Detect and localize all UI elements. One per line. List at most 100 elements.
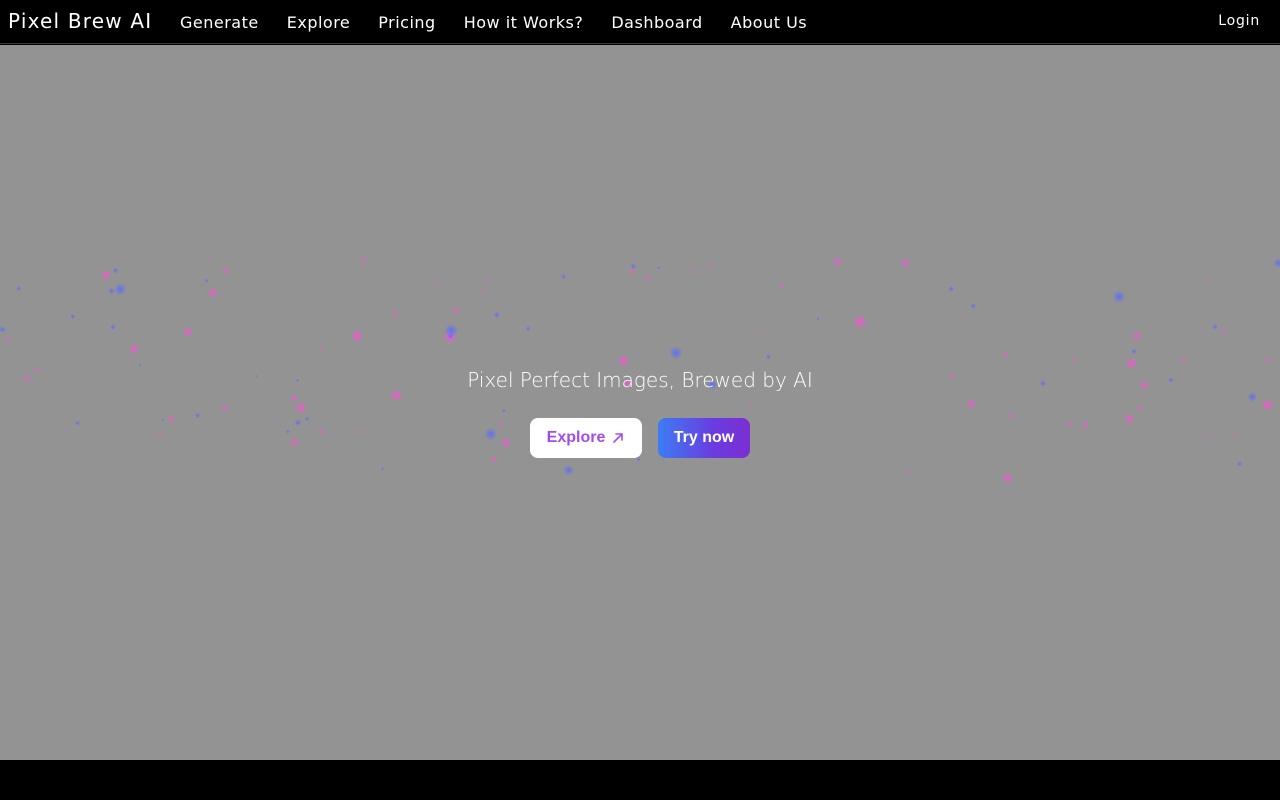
particle-dot <box>1209 434 1213 439</box>
login-link[interactable]: Login <box>1218 13 1260 29</box>
particle-dot <box>319 429 325 435</box>
particle-dot <box>6 336 12 342</box>
top-navbar: Pixel Brew AI Generate Explore Pricing H… <box>0 0 1280 44</box>
particle-dot <box>948 286 955 292</box>
particle-background <box>0 257 1280 484</box>
arrow-up-right-icon <box>611 431 625 445</box>
particle-dot <box>1137 404 1144 411</box>
particle-dot <box>482 290 487 295</box>
particle-dot <box>1082 421 1090 429</box>
particle-dot <box>765 354 772 360</box>
particle-dot <box>209 258 213 262</box>
nav-item-dashboard[interactable]: Dashboard <box>597 13 716 32</box>
particle-dot <box>1212 324 1218 330</box>
particle-dot <box>656 265 661 270</box>
particle-dot <box>433 281 437 285</box>
particle-dot <box>1003 351 1010 358</box>
explore-button-label: Explore <box>546 429 606 446</box>
particle-dot <box>101 270 111 280</box>
nav-item-how-it-works[interactable]: How it Works? <box>450 13 598 32</box>
particle-dot <box>285 429 290 434</box>
particle-dot <box>362 430 366 434</box>
particle-dot <box>1234 433 1239 438</box>
particle-dot <box>204 278 209 283</box>
particle-dot <box>970 303 977 309</box>
particle-dot <box>1273 258 1280 268</box>
particle-dot <box>560 274 567 280</box>
particle-dot <box>114 283 127 296</box>
particle-dot <box>501 408 506 413</box>
particle-dot <box>290 438 299 447</box>
nav-item-about-us[interactable]: About Us <box>717 13 821 32</box>
footer-bar <box>0 760 1280 800</box>
particle-dot <box>617 355 630 367</box>
particle-dot <box>1236 460 1243 467</box>
particle-dot <box>290 394 298 402</box>
explore-button[interactable]: Explore <box>530 418 642 458</box>
particle-dot <box>130 358 134 362</box>
particle-dot <box>208 287 218 298</box>
particle-dot <box>129 343 140 355</box>
particle-dot <box>748 403 753 408</box>
particle-dot <box>70 313 76 320</box>
particle-dot <box>16 286 22 292</box>
nav-item-explore[interactable]: Explore <box>273 13 365 32</box>
particle-dot <box>350 329 364 343</box>
nav-links: Generate Explore Pricing How it Works? D… <box>166 0 821 44</box>
particle-dot <box>501 437 512 448</box>
particle-dot <box>1265 357 1271 364</box>
particle-dot <box>966 398 977 409</box>
particle-dot <box>1131 348 1137 355</box>
particle-dot <box>318 346 323 351</box>
particle-dot <box>110 324 116 331</box>
particle-dot <box>491 456 498 463</box>
try-now-button[interactable]: Try now <box>658 418 750 458</box>
particle-dot <box>707 263 712 268</box>
particle-dot <box>563 465 574 476</box>
particle-dot <box>484 277 489 282</box>
particle-dot <box>112 267 119 274</box>
particle-dot <box>900 258 910 268</box>
particle-dot <box>108 287 115 295</box>
blurred-hero-heading <box>440 303 840 343</box>
particle-dot <box>1071 357 1076 362</box>
particle-dot <box>295 402 307 414</box>
particle-dot <box>1002 472 1014 484</box>
particle-dot <box>183 327 194 338</box>
particle-dot <box>669 346 683 360</box>
particle-dot <box>1132 331 1142 341</box>
particle-dot <box>392 310 398 316</box>
particle-dot <box>833 257 843 267</box>
particle-dot <box>636 457 641 462</box>
particle-dot <box>1247 392 1258 402</box>
particle-dot <box>222 267 229 275</box>
particle-dot <box>360 257 367 263</box>
particle-dot <box>645 274 651 280</box>
particle-dot <box>1124 413 1135 424</box>
hero-tagline: Pixel Perfect Images, Brewed by AI <box>467 368 813 392</box>
particle-dot <box>221 405 228 412</box>
particle-dot <box>630 263 637 270</box>
particle-dot <box>498 422 504 428</box>
particle-dot <box>689 269 694 274</box>
particle-dot <box>1181 356 1186 362</box>
particle-dot <box>1261 398 1274 411</box>
particle-dot <box>905 469 910 474</box>
particle-dot <box>1008 413 1015 419</box>
particle-dot <box>1220 329 1226 334</box>
particle-dot <box>1205 278 1209 282</box>
nav-item-generate[interactable]: Generate <box>166 13 273 32</box>
nav-item-pricing[interactable]: Pricing <box>364 13 449 32</box>
particle-dot <box>779 283 785 289</box>
particle-dot <box>629 268 635 274</box>
brand-logo-text[interactable]: Pixel Brew AI <box>8 9 152 33</box>
particle-dot <box>0 326 6 333</box>
particle-dot <box>380 467 385 471</box>
particle-dot <box>304 416 310 422</box>
particle-dot <box>168 415 175 423</box>
particle-dot <box>138 363 142 367</box>
particle-dot <box>194 412 201 419</box>
particle-dot <box>1112 290 1126 304</box>
particle-dot <box>158 432 163 437</box>
particle-dot <box>1066 421 1072 428</box>
